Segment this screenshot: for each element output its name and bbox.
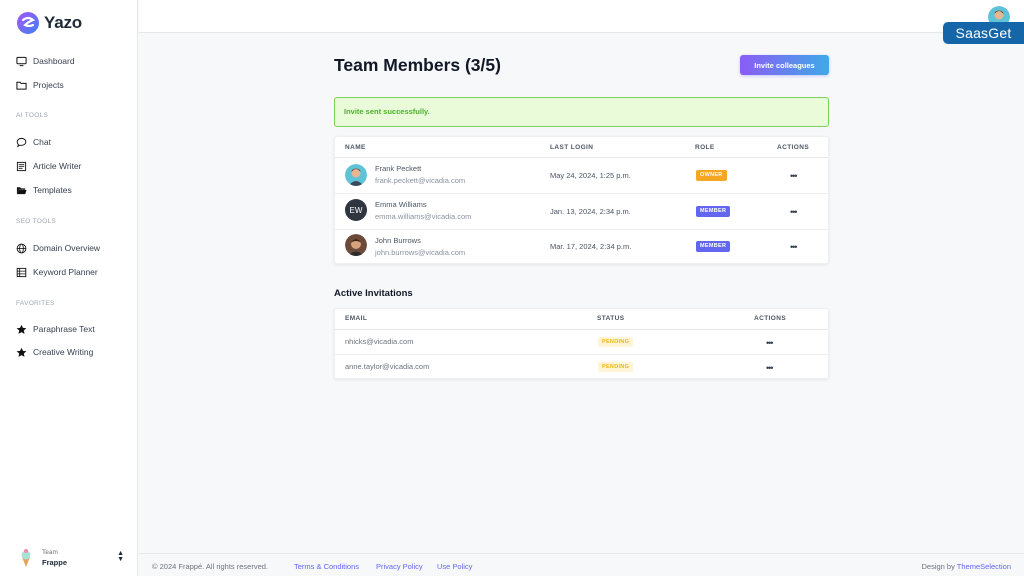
column-header-role: ROLE: [695, 144, 715, 151]
sidebar-item-article-writer[interactable]: Article Writer: [16, 159, 82, 173]
column-header-actions: ACTIONS: [754, 315, 787, 322]
sidebar: Yazo Dashboard Projects AI TOOLS Chat Ar…: [0, 0, 138, 576]
monitor-icon: [16, 56, 27, 66]
folder-open-icon: [16, 186, 27, 194]
team-switcher[interactable]: Team Frappe ▲ ▼: [18, 546, 124, 570]
use-policy-link[interactable]: Use Policy: [437, 562, 472, 571]
more-actions-icon[interactable]: •••: [790, 243, 798, 252]
sidebar-item-creative-writing[interactable]: Creative Writing: [16, 345, 93, 359]
sidebar-item-chat[interactable]: Chat: [16, 135, 51, 149]
team-name: Frappe: [42, 558, 68, 567]
avatar: EW: [345, 199, 367, 221]
member-email: emma.williams@vicadia.com: [375, 212, 472, 221]
section-ai-tools: AI TOOLS: [16, 112, 49, 119]
sidebar-item-domain-overview[interactable]: Domain Overview: [16, 241, 100, 255]
invite-colleagues-button[interactable]: Invite colleagues: [740, 55, 829, 75]
brand-logo[interactable]: Yazo: [16, 11, 82, 35]
list-icon: [16, 267, 27, 277]
ice-cream-icon: [21, 549, 31, 567]
design-credit-prefix: Design by: [921, 562, 955, 571]
sidebar-item-label: Keyword Planner: [33, 267, 98, 277]
chevron-up-down-icon: ▲ ▼: [117, 550, 124, 563]
sidebar-item-keyword-planner[interactable]: Keyword Planner: [16, 265, 98, 279]
status-badge: PENDING: [598, 362, 634, 372]
active-invitations-title: Active Invitations: [334, 288, 413, 299]
sidebar-item-label: Dashboard: [33, 56, 75, 66]
more-actions-icon[interactable]: •••: [790, 208, 798, 217]
section-favorites: FAVORITES: [16, 300, 55, 307]
sidebar-item-label: Article Writer: [33, 161, 82, 171]
member-email: john.burrows@vicadia.com: [375, 248, 466, 257]
saasget-watermark: SaasGet: [943, 22, 1024, 44]
table-row[interactable]: EW Emma Williams emma.williams@vicadia.c…: [335, 194, 828, 229]
sidebar-item-label: Domain Overview: [33, 243, 101, 253]
table-row[interactable]: Frank Peckett frank.peckett@vicadia.com …: [335, 158, 828, 193]
more-actions-icon[interactable]: •••: [766, 339, 774, 348]
page-title: Team Members (3/5): [334, 55, 501, 75]
role-badge: MEMBER: [696, 241, 731, 252]
globe-icon: [16, 243, 27, 253]
active-invitations-table: EMAIL STATUS ACTIONS nhicks@vicadia.com …: [334, 308, 829, 379]
yazo-logo-icon: [17, 12, 39, 34]
role-badge: OWNER: [696, 170, 727, 181]
sidebar-item-label: Creative Writing: [33, 347, 94, 357]
more-actions-icon[interactable]: •••: [790, 172, 798, 181]
status-badge: PENDING: [598, 337, 634, 347]
star-icon: [16, 347, 27, 357]
sidebar-item-label: Chat: [33, 137, 51, 147]
member-name: Frank Peckett: [375, 164, 422, 173]
avatar-icon: [345, 234, 367, 256]
sidebar-item-label: Paraphrase Text: [33, 324, 95, 334]
folder-icon: [16, 81, 27, 90]
privacy-policy-link[interactable]: Privacy Policy: [376, 562, 423, 571]
member-last-login: Jan. 13, 2024, 2:34 p.m.: [550, 207, 631, 216]
member-last-login: Mar. 17, 2024, 2:34 p.m.: [550, 242, 632, 251]
sidebar-item-paraphrase-text[interactable]: Paraphrase Text: [16, 322, 95, 336]
success-alert: Invite sent successfully.: [334, 97, 829, 127]
role-badge: MEMBER: [696, 206, 731, 217]
member-name: John Burrows: [375, 236, 421, 245]
column-header-actions: ACTIONS: [777, 144, 810, 151]
member-name: Emma Williams: [375, 200, 427, 209]
team-members-table: NAME LAST LOGIN ROLE ACTIONS Frank Pecke…: [334, 136, 829, 264]
invite-email: nhicks@vicadia.com: [345, 337, 414, 346]
table-row[interactable]: nhicks@vicadia.com PENDING •••: [335, 330, 828, 354]
footer: © 2024 Frappé. All rights reserved. Term…: [139, 553, 1024, 576]
chat-bubble-icon: [16, 137, 27, 147]
design-credit: Design by ThemeSelection: [921, 562, 1011, 571]
sidebar-item-dashboard[interactable]: Dashboard: [16, 54, 75, 68]
more-actions-icon[interactable]: •••: [766, 364, 774, 373]
avatar-icon: [345, 164, 367, 186]
avatar: [345, 164, 367, 186]
sidebar-item-templates[interactable]: Templates: [16, 183, 72, 197]
column-header-status: STATUS: [597, 315, 625, 322]
sidebar-item-label: Projects: [33, 80, 64, 90]
team-label: Team: [42, 549, 58, 556]
article-icon: [16, 161, 27, 171]
terms-link[interactable]: Terms & Conditions: [294, 562, 359, 571]
brand-name: Yazo: [44, 13, 82, 32]
topbar: [139, 0, 1024, 33]
table-row[interactable]: anne.taylor@vicadia.com PENDING •••: [335, 355, 828, 379]
sidebar-item-label: Templates: [33, 185, 72, 195]
column-header-name: NAME: [345, 144, 366, 151]
table-row[interactable]: John Burrows john.burrows@vicadia.com Ma…: [335, 230, 828, 265]
team-info: Team Frappe: [42, 548, 67, 568]
section-seo-tools: SEO TOOLS: [16, 218, 57, 225]
member-last-login: May 24, 2024, 1:25 p.m.: [550, 171, 631, 180]
member-email: frank.peckett@vicadia.com: [375, 176, 466, 185]
themeselection-link[interactable]: ThemeSelection: [957, 562, 1011, 571]
star-icon: [16, 324, 27, 334]
column-header-last-login: LAST LOGIN: [550, 144, 594, 151]
sidebar-item-projects[interactable]: Projects: [16, 78, 64, 92]
column-header-email: EMAIL: [345, 315, 368, 322]
copyright-text: © 2024 Frappé. All rights reserved.: [152, 562, 269, 571]
avatar: [345, 234, 367, 256]
invite-email: anne.taylor@vicadia.com: [345, 362, 430, 371]
